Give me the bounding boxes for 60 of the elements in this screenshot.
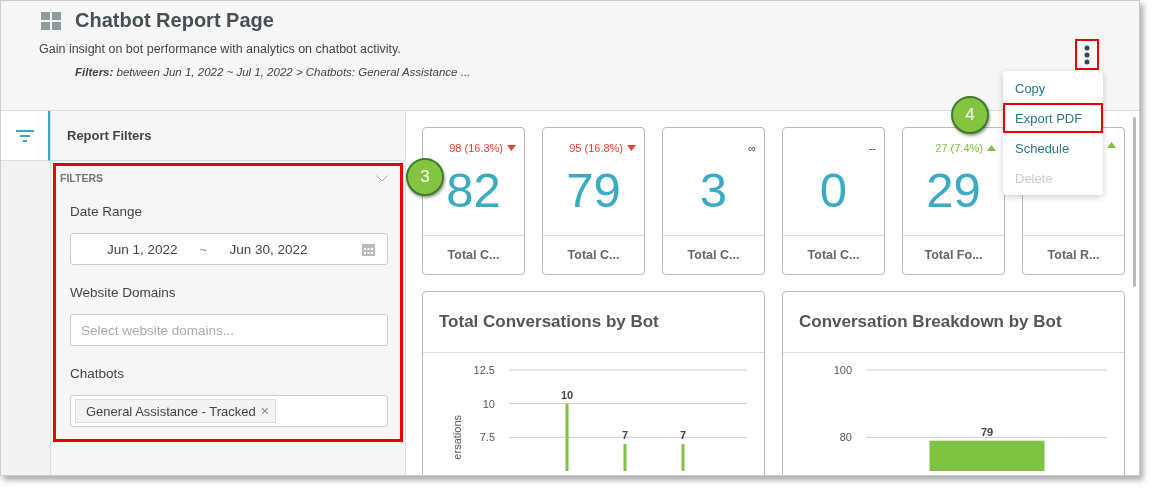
bar bbox=[681, 444, 685, 471]
kpi-value: 0 bbox=[819, 162, 848, 218]
axis-tick-label: 80 bbox=[839, 431, 852, 444]
kpi-label: Total C... bbox=[806, 247, 861, 264]
kpi-value: 29 bbox=[926, 162, 981, 218]
kpi-label: Total C... bbox=[446, 247, 501, 264]
page-title: Chatbot Report Page bbox=[75, 9, 274, 32]
axis-tick-label: 100 bbox=[833, 364, 852, 376]
vertical-dots-icon bbox=[1084, 44, 1090, 65]
kpi-value: 3 bbox=[699, 162, 728, 218]
kpi-delta: ∞ bbox=[748, 142, 756, 154]
kpi-value: 79 bbox=[566, 162, 621, 218]
up-triangle-icon bbox=[1107, 142, 1116, 148]
up-triangle-icon bbox=[987, 145, 996, 151]
data-label: 79 bbox=[980, 425, 994, 438]
kpi-delta: 95 (16.8%) bbox=[569, 142, 623, 154]
remove-tag-button[interactable]: × bbox=[260, 403, 269, 419]
data-label: 7 bbox=[621, 429, 629, 442]
kpi-label: Total R... bbox=[1046, 247, 1101, 264]
field-label: Chatbots bbox=[70, 366, 126, 381]
filter-icon[interactable] bbox=[15, 129, 34, 142]
scrollbar[interactable] bbox=[1133, 117, 1136, 287]
kpi-delta: -- bbox=[868, 142, 876, 154]
kpi-label: Total C... bbox=[566, 247, 621, 264]
data-label: 10 bbox=[560, 388, 574, 401]
kpi-value: 82 bbox=[446, 162, 501, 218]
field-label: Website Domains bbox=[70, 285, 177, 300]
axis-title: ersations bbox=[451, 415, 463, 460]
kpi-delta: 27 (7.4%) bbox=[935, 142, 983, 154]
bar bbox=[565, 403, 569, 471]
tag-label: General Assistance - Tracked bbox=[86, 403, 256, 419]
step-callout: 4 bbox=[951, 96, 989, 134]
chart-title: Conversation Breakdown by Bot bbox=[783, 292, 1124, 353]
down-triangle-icon bbox=[627, 145, 636, 151]
date-range-field[interactable]: Jun 1, 2022 ~ Jun 30, 2022 bbox=[70, 233, 388, 265]
more-options-button[interactable] bbox=[1075, 39, 1099, 70]
panel-title: Report Filters bbox=[51, 111, 405, 161]
axis-tick-label: 12.5 bbox=[473, 364, 495, 376]
chatbots-field[interactable]: General Assistance - Tracked × bbox=[70, 395, 388, 427]
domains-field[interactable]: Select website domains... bbox=[70, 314, 388, 346]
menu-item[interactable]: Export PDF bbox=[1003, 103, 1103, 133]
calendar-icon[interactable] bbox=[362, 242, 375, 256]
data-label: 7 bbox=[679, 429, 687, 442]
bar bbox=[623, 444, 627, 471]
chevron-down-icon[interactable] bbox=[376, 174, 388, 182]
kpi-label: Total C... bbox=[686, 247, 741, 264]
axis-tick-label: 7.5 bbox=[479, 431, 495, 444]
menu-item[interactable]: Schedule bbox=[1003, 133, 1103, 163]
menu-item[interactable]: Copy bbox=[1003, 73, 1103, 103]
page-description: Gain insight on bot performance with analytics on chatbot activity. bbox=[39, 42, 401, 56]
kpi-label: Total Fo... bbox=[923, 247, 984, 264]
axis-tick-label: 10 bbox=[482, 397, 495, 410]
chart-title: Total Conversations by Bot bbox=[423, 292, 764, 353]
section-title: FILTERS bbox=[60, 172, 103, 184]
grid-icon bbox=[41, 11, 61, 30]
field-label: Date Range bbox=[70, 204, 144, 219]
filters-summary: Filters: between Jun 1, 2022 ~ Jul 1, 2022 > Chatbots: General Assistance ... bbox=[75, 66, 472, 78]
step-callout: 3 bbox=[406, 158, 444, 196]
down-triangle-icon bbox=[507, 145, 516, 151]
kpi-delta: 98 (16.3%) bbox=[449, 142, 503, 154]
